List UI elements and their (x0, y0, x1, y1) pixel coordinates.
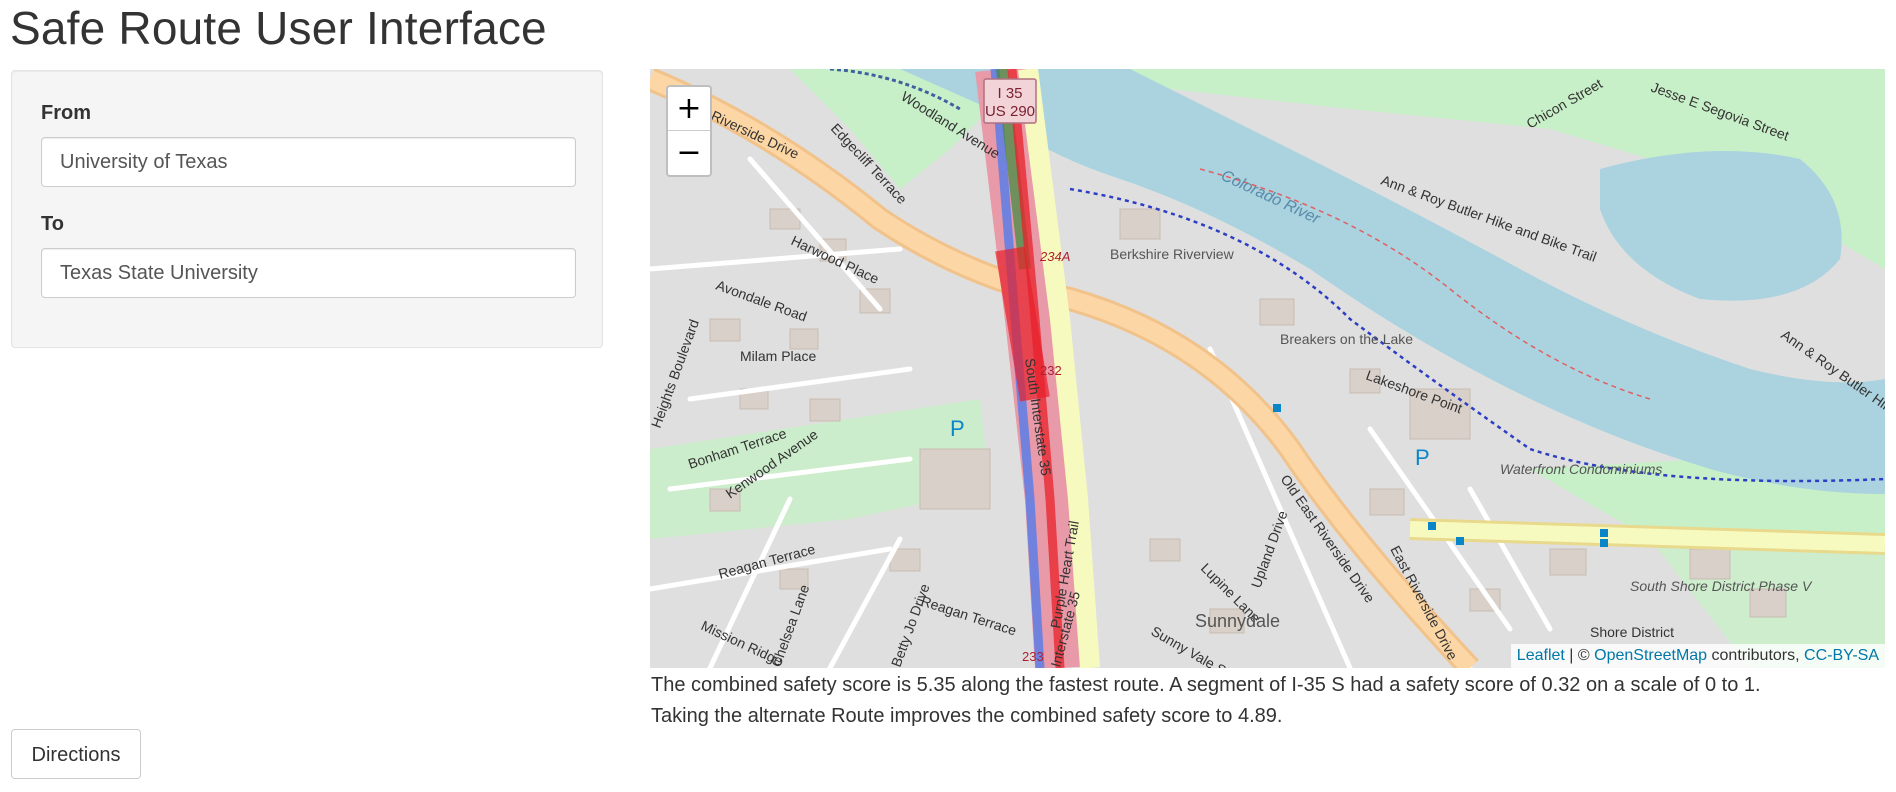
safety-summary: The combined safety score is 5.35 along … (651, 670, 1891, 732)
from-input[interactable] (41, 137, 576, 187)
zoom-out-button[interactable]: − (668, 131, 710, 174)
exit-233: 233 (1022, 649, 1044, 664)
shield-us290: US 290 (985, 103, 1035, 120)
map-tiles: I 35 US 290 234A 232 233 Riverside Drive… (650, 69, 1885, 668)
attribution-separator: | © (1564, 647, 1595, 664)
label-berkshire: Berkshire Riverview (1110, 246, 1235, 262)
summary-line-2: Taking the alternate Route improves the … (651, 705, 1283, 727)
exit-232: 232 (1040, 363, 1062, 378)
label-shore-district: Shore District (1590, 624, 1674, 640)
map[interactable]: I 35 US 290 234A 232 233 Riverside Drive… (650, 69, 1885, 668)
route-form-panel: From To (11, 70, 603, 348)
parking-label: P (950, 416, 965, 441)
label-breakers: Breakers on the Lake (1280, 331, 1413, 347)
label-south-shore: South Shore District Phase V (1630, 578, 1813, 594)
label-waterfront: Waterfront Condominiums (1500, 461, 1662, 477)
zoom-in-button[interactable]: + (668, 87, 710, 131)
osm-link[interactable]: OpenStreetMap (1594, 647, 1707, 664)
zoom-control: + − (666, 85, 712, 177)
label-sunnydale: Sunnydale (1195, 611, 1280, 631)
exit-234a: 234A (1039, 249, 1070, 264)
leaflet-link[interactable]: Leaflet (1517, 647, 1565, 664)
shield-i35: I 35 (997, 85, 1022, 102)
summary-line-1: The combined safety score is 5.35 along … (651, 674, 1761, 696)
directions-button[interactable]: Directions (11, 729, 141, 779)
label-milam: Milam Place (740, 348, 816, 364)
from-label: From (41, 102, 91, 124)
to-label: To (41, 213, 64, 235)
attribution-contributors: contributors, (1707, 647, 1805, 664)
parking-label-2: P (1415, 445, 1430, 470)
map-attribution: Leaflet | © OpenStreetMap contributors, … (1510, 644, 1885, 668)
page-title: Safe Route User Interface (10, 2, 547, 54)
to-input[interactable] (41, 248, 576, 298)
license-link[interactable]: CC-BY-SA (1804, 647, 1879, 664)
